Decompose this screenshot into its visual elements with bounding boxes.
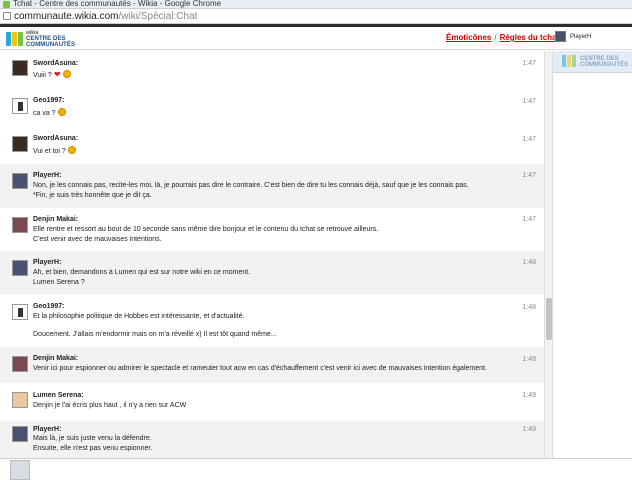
- message-username[interactable]: Geo1997:: [33, 97, 65, 104]
- message-text: ca va ?: [33, 108, 66, 118]
- message-text: Vuiii ? ❤: [33, 70, 71, 80]
- wiki-room-entry[interactable]: CENTRE DES COMMUNAUTÉS: [553, 51, 632, 73]
- message-timestamp: 1:47: [522, 60, 536, 67]
- message-username[interactable]: SwordAsuna:: [33, 135, 78, 142]
- message-username[interactable]: Denjin Makai:: [33, 355, 78, 362]
- window-title: Tchat - Centre des communautés - Wikia -…: [13, 0, 222, 8]
- browser-title-bar: Tchat - Centre des communautés - Wikia -…: [0, 0, 632, 9]
- chat-message: Denjin Makai: 1:47 Elle rentre et ressor…: [0, 208, 544, 251]
- chat-message: SwordAsuna: 1:47 Vui et toi ?: [0, 127, 544, 164]
- message-text: Venir ici pour espionner ou admirer le s…: [33, 365, 487, 372]
- message-text: Vui et toi ?: [33, 146, 76, 156]
- smile-emoticon-icon: [57, 108, 66, 116]
- chat-message: Geo1997: 1:48 Et la philosophie politiqu…: [0, 294, 544, 347]
- user-avatar[interactable]: [12, 356, 28, 372]
- message-username[interactable]: PlayerH:: [33, 259, 61, 266]
- chat-message: Denjin Makai: 1:48 Venir ici pour espion…: [0, 347, 544, 383]
- message-username[interactable]: PlayerH:: [33, 426, 61, 433]
- chat-message: Lumen Serena: 1:49 Denjin je l'ai écris …: [0, 383, 544, 421]
- chat-rules-link[interactable]: Règles du tchat: [500, 33, 560, 42]
- message-text: Elle rentre et ressort au bout de 10 sec…: [33, 226, 379, 233]
- url-text[interactable]: communaute.wikia.com/wiki/Spécial:Chat: [14, 10, 197, 23]
- current-user-name: PlayerH: [570, 33, 592, 40]
- user-avatar[interactable]: [12, 136, 28, 152]
- chat-message-list[interactable]: SwordAsuna: 1:47 Vuiii ? ❤ Geo1997: 1:47 …: [0, 51, 544, 458]
- smile-emoticon-icon: [67, 146, 76, 154]
- message-username[interactable]: Geo1997:: [33, 303, 65, 310]
- heart-emoticon-icon: ❤: [53, 70, 61, 79]
- current-user[interactable]: PlayerH: [555, 31, 591, 42]
- message-username[interactable]: Denjin Makai:: [33, 216, 78, 223]
- my-avatar: [10, 460, 30, 480]
- chat-message: Geo1997: 1:47 ca va ?: [0, 89, 544, 127]
- wiki-logo-icon: [562, 55, 576, 67]
- community-central-logo[interactable]: wikia CENTRE DES COMMUNAUTÉS: [6, 30, 75, 48]
- chat-message: PlayerH: 1:48 Ah, et bien, demandons à L…: [0, 251, 544, 294]
- link-separator: /: [494, 33, 497, 42]
- message-timestamp: 1:48: [522, 259, 536, 266]
- wikia-favicon-icon: [3, 1, 10, 8]
- smile-emoticon-icon: [62, 70, 71, 78]
- current-user-avatar: [555, 31, 566, 42]
- message-timestamp: 1:47: [522, 136, 536, 143]
- message-timestamp: 1:48: [522, 356, 536, 363]
- message-timestamp: 1:48: [522, 304, 536, 311]
- message-text: Mais là, je suis juste venu la défendre.: [33, 435, 152, 442]
- wiki-room-name: CENTRE DES COMMUNAUTÉS: [580, 56, 628, 68]
- chat-scrollbar[interactable]: [544, 51, 552, 458]
- chat-message: PlayerH: 1:49 Mais là, je suis juste ven…: [0, 421, 544, 458]
- page-icon: [3, 12, 11, 20]
- address-bar[interactable]: communaute.wikia.com/wiki/Spécial:Chat: [0, 9, 632, 24]
- message-username[interactable]: Lumen Serena:: [33, 392, 84, 399]
- message-username[interactable]: PlayerH:: [33, 172, 61, 179]
- message-username[interactable]: SwordAsuna:: [33, 60, 78, 67]
- message-timestamp: 1:47: [522, 98, 536, 105]
- user-avatar[interactable]: [12, 60, 28, 76]
- message-compose-bar: [0, 458, 632, 480]
- message-timestamp: 1:49: [522, 426, 536, 433]
- message-timestamp: 1:47: [522, 172, 536, 179]
- user-avatar[interactable]: [12, 426, 28, 442]
- message-input[interactable]: [36, 461, 632, 479]
- user-avatar[interactable]: [12, 217, 28, 233]
- message-text: Ah, et bien, demandons à Lumen qui est s…: [33, 269, 251, 276]
- message-text: *Fin, je suis très honnête que je dit ça…: [33, 192, 152, 199]
- header-links: Émoticônes / Règles du tchat: [446, 33, 559, 42]
- emoticons-link[interactable]: Émoticônes: [446, 33, 491, 42]
- user-avatar[interactable]: [12, 260, 28, 276]
- chat-header: wikia CENTRE DES COMMUNAUTÉS Émoticônes /…: [0, 27, 632, 50]
- user-avatar[interactable]: [12, 304, 28, 320]
- message-text: Denjin je l'ai écris plus haut , il n'y …: [33, 402, 187, 409]
- user-avatar[interactable]: [12, 98, 28, 114]
- message-text: C'est venir avec de mauvaises intentions…: [33, 236, 162, 243]
- chat-message: PlayerH: 1:47 Non, je les connais pas, r…: [0, 164, 544, 208]
- message-text: Lumen Serena ?: [33, 279, 85, 286]
- wikia-logo-icon: [6, 32, 23, 46]
- message-text: Et la philosophie politique de Hobbes es…: [33, 313, 245, 320]
- message-timestamp: 1:47: [522, 216, 536, 223]
- message-text: Non, je les connais pas, recite-les moi,…: [33, 182, 469, 189]
- user-list-panel: CENTRE DES COMMUNAUTÉS: [552, 51, 632, 458]
- logo-title-line2: COMMUNAUTÉS: [26, 42, 76, 48]
- message-timestamp: 1:49: [522, 392, 536, 399]
- user-avatar[interactable]: [12, 392, 28, 408]
- message-text: Ensuite, elle n'est pas venu espionner.: [33, 445, 153, 452]
- message-text: Doucement. J'allais m'endormir mais on m…: [33, 331, 277, 338]
- chat-message: SwordAsuna: 1:47 Vuiii ? ❤: [0, 51, 544, 89]
- user-avatar[interactable]: [12, 173, 28, 189]
